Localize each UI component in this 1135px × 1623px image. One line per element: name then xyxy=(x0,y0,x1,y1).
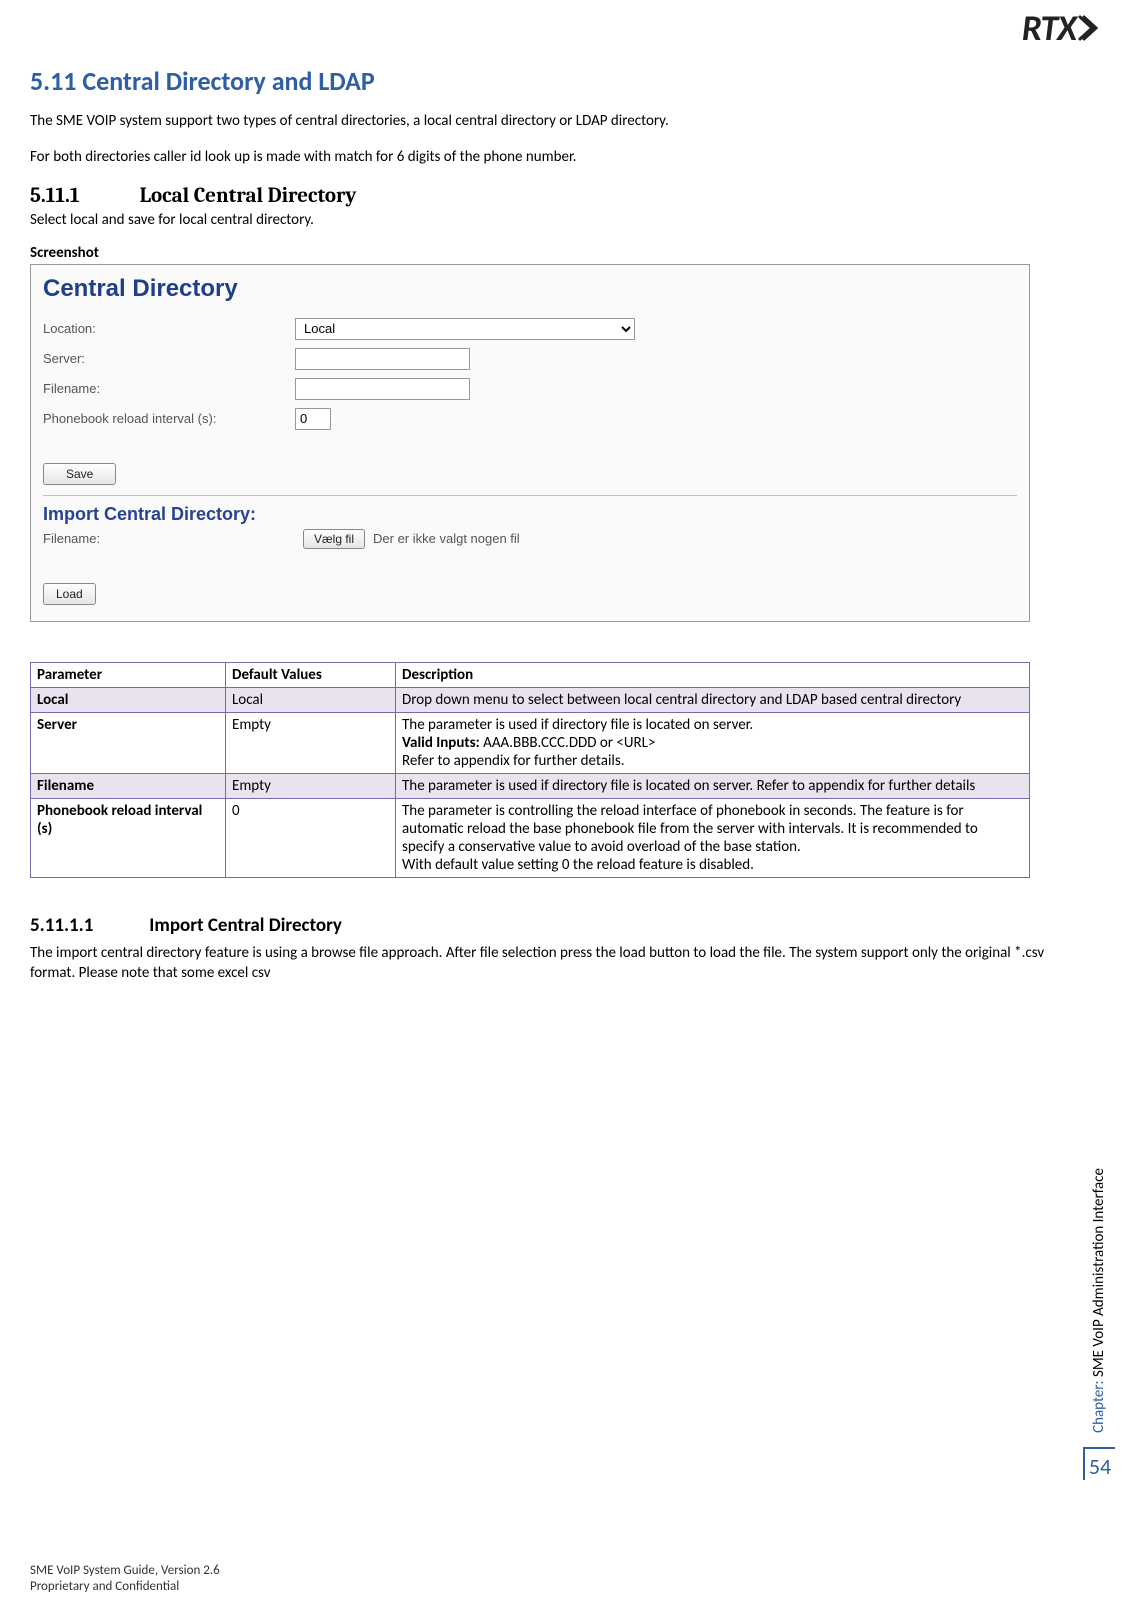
subsection-title: Local Central Directory xyxy=(140,184,357,208)
filename-input[interactable] xyxy=(295,378,470,400)
separator xyxy=(43,495,1017,496)
chapter-label: Chapter: SME VoIP Administration Interfa… xyxy=(1090,1168,1108,1433)
reload-label: Phonebook reload interval (s): xyxy=(43,411,295,426)
file-choose-button[interactable]: Vælg fil xyxy=(303,529,365,549)
subsubsection-title: Import Central Directory xyxy=(149,914,342,937)
subsubsection-text: The import central directory feature is … xyxy=(30,943,1075,984)
cell-default: Empty xyxy=(226,712,396,773)
screenshot-label: Screenshot xyxy=(30,244,1075,262)
logo-text: RTX xyxy=(1022,6,1076,50)
table-row: Server Empty The parameter is used if di… xyxy=(31,712,1030,773)
location-label: Location: xyxy=(43,321,295,336)
subsection-text: Select local and save for local central … xyxy=(30,210,1075,230)
page-number: 54 xyxy=(1083,1447,1115,1480)
server-label: Server: xyxy=(43,351,295,366)
table-header-param: Parameter xyxy=(31,662,226,687)
logo-mark-icon xyxy=(1078,15,1100,41)
cell-default: Local xyxy=(226,687,396,712)
import-title: Import Central Directory: xyxy=(31,498,1029,529)
table-row: Local Local Drop down menu to select bet… xyxy=(31,687,1030,712)
cell-param: Server xyxy=(31,712,226,773)
cell-default: 0 xyxy=(226,798,396,877)
table-row: Phonebook reload interval (s) 0 The para… xyxy=(31,798,1030,877)
logo: RTX xyxy=(1022,6,1100,50)
load-button[interactable]: Load xyxy=(43,583,96,605)
footer-line-2: Proprietary and Confidential xyxy=(30,1579,220,1595)
filename-label: Filename: xyxy=(43,381,295,396)
intro-paragraph-2: For both directories caller id look up i… xyxy=(30,147,1075,167)
subsubsection-number: 5.11.1.1 xyxy=(30,914,145,937)
subsection-number: 5.11.1 xyxy=(30,184,135,208)
save-button[interactable]: Save xyxy=(43,463,116,485)
table-header-desc: Description xyxy=(396,662,1030,687)
cell-desc: The parameter is used if directory file … xyxy=(396,773,1030,798)
parameter-table: Parameter Default Values Description Loc… xyxy=(30,662,1030,878)
cell-default: Empty xyxy=(226,773,396,798)
cell-desc: Drop down menu to select between local c… xyxy=(396,687,1030,712)
server-input[interactable] xyxy=(295,348,470,370)
subsection-heading: 5.11.1 Local Central Directory xyxy=(30,184,1075,208)
cell-param: Filename xyxy=(31,773,226,798)
import-filename-label: Filename: xyxy=(43,531,295,546)
section-heading: 5.11 Central Directory and LDAP xyxy=(30,65,1075,97)
cell-desc: The parameter is controlling the reload … xyxy=(396,798,1030,877)
table-header-default: Default Values xyxy=(226,662,396,687)
section-number: 5.11 xyxy=(30,65,76,97)
section-title: Central Directory and LDAP xyxy=(82,65,374,97)
screenshot-title: Central Directory xyxy=(31,265,1029,307)
footer: SME VoIP System Guide, Version 2.6 Propr… xyxy=(30,1563,220,1596)
table-row: Filename Empty The parameter is used if … xyxy=(31,773,1030,798)
sidebar: Chapter: SME VoIP Administration Interfa… xyxy=(1079,780,1119,1480)
subsubsection-heading: 5.11.1.1 Import Central Directory xyxy=(30,914,1075,937)
reload-input[interactable] xyxy=(295,408,331,430)
location-select[interactable]: Local xyxy=(295,318,635,340)
cell-param: Local xyxy=(31,687,226,712)
footer-line-1: SME VoIP System Guide, Version 2.6 xyxy=(30,1563,220,1579)
cell-param: Phonebook reload interval (s) xyxy=(31,798,226,877)
cell-desc: The parameter is used if directory file … xyxy=(396,712,1030,773)
intro-paragraph-1: The SME VOIP system support two types of… xyxy=(30,111,1075,131)
screenshot-panel: Central Directory Location: Local Server… xyxy=(30,264,1030,622)
file-status-text: Der er ikke valgt nogen fil xyxy=(373,531,520,546)
